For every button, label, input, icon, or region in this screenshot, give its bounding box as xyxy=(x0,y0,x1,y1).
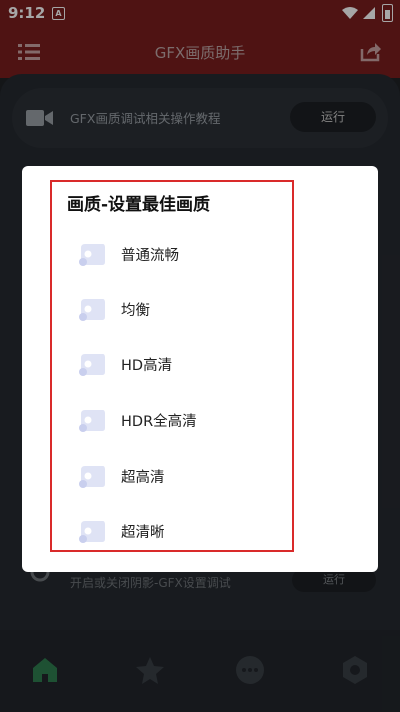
option-normal-smooth[interactable]: 普通流畅 xyxy=(77,234,297,274)
option-label: 超清晰 xyxy=(121,525,165,541)
quality-icon xyxy=(79,521,105,543)
quality-icon xyxy=(79,354,105,376)
option-label: 普通流畅 xyxy=(121,248,179,264)
quality-icon xyxy=(79,299,105,321)
option-balanced[interactable]: 均衡 xyxy=(77,289,297,329)
dialog-title: 画质-设置最佳画质 xyxy=(67,195,211,215)
option-hd[interactable]: HD高清 xyxy=(77,344,297,384)
option-label: 均衡 xyxy=(121,303,150,319)
option-label: HD高清 xyxy=(121,358,173,374)
option-hdr[interactable]: HDR全高清 xyxy=(77,400,297,440)
option-label: 超高清 xyxy=(121,470,165,486)
option-super-clear[interactable]: 超清晰 xyxy=(77,511,297,551)
quality-icon xyxy=(79,244,105,266)
option-label: HDR全高清 xyxy=(121,414,197,430)
quality-icon xyxy=(79,410,105,432)
option-ultra-hd[interactable]: 超高清 xyxy=(77,456,297,496)
quality-dialog: 画质-设置最佳画质 普通流畅 均衡 HD高清 HDR全高清 超高清 超清晰 xyxy=(22,166,378,572)
quality-icon xyxy=(79,466,105,488)
